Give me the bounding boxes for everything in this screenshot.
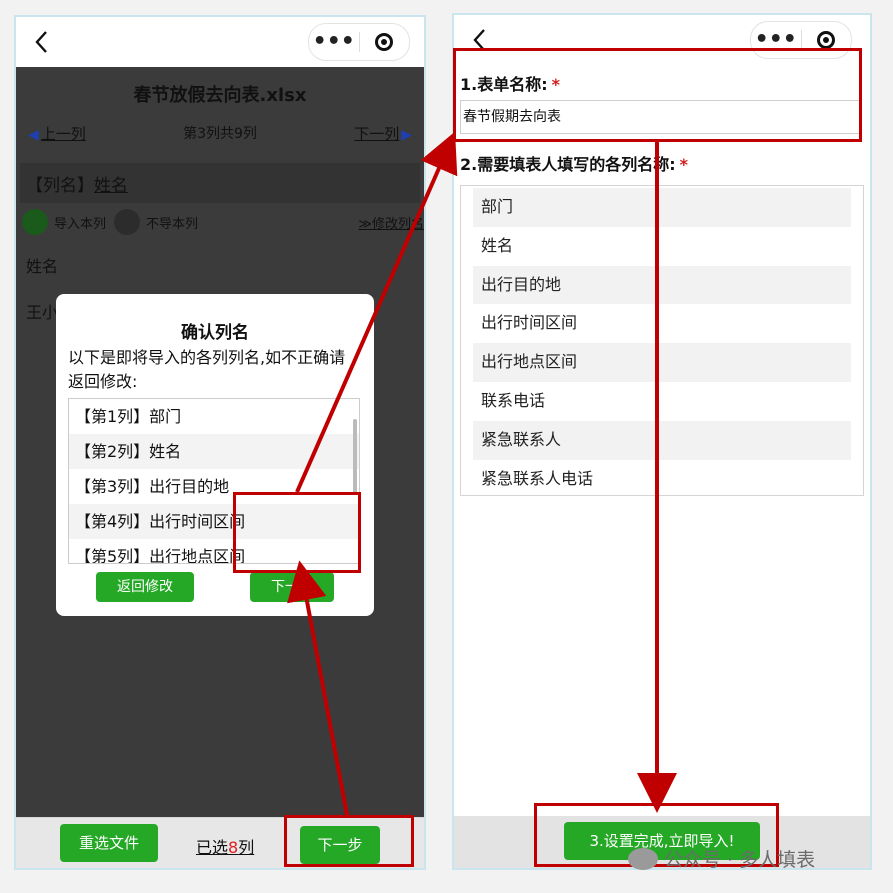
back-arrow-icon[interactable] [32, 29, 54, 55]
watermark: 公众号 · 多人填表 [628, 845, 815, 872]
more-dots-icon: ••• [312, 29, 355, 54]
list-item[interactable]: 出行地点区间 [473, 343, 851, 382]
list-item: 【第2列】姓名 [69, 434, 359, 469]
column-name-row: 【列名】姓名 [26, 171, 128, 196]
modal-title: 确认列名 [181, 323, 249, 343]
back-modify-button[interactable]: 返回修改 [96, 572, 194, 602]
highlight-box-bottom-next [284, 815, 414, 867]
double-chevron-icon: ≫ [358, 217, 372, 232]
import-radio-off[interactable] [114, 209, 141, 235]
column-names-list: 部门 姓名 出行目的地 出行时间区间 出行地点区间 联系电话 紧急联系人 紧急联… [460, 185, 864, 496]
phone-left: ••• 春节放假去向表.xlsx 上一列 第3列共9列 下一列 【列名】姓名 导… [14, 15, 426, 870]
mini-program-capsule: ••• [308, 23, 410, 61]
cell-fragment-name: 姓名 [26, 257, 59, 276]
list-item[interactable]: 联系电话 [473, 382, 851, 421]
top-bar: ••• [16, 17, 424, 67]
columns-label: 2.需要填表人填写的各列名称: * [460, 155, 688, 174]
selected-count: 已选8列 [196, 838, 255, 857]
file-title: 春节放假去向表.xlsx [133, 85, 307, 106]
highlight-box-modal-next [233, 492, 361, 573]
list-item[interactable]: 紧急联系人电话 [473, 460, 851, 499]
modal-description: 以下是即将导入的各列列名,如不正确请返回修改: [68, 348, 346, 391]
more-dots-icon: ••• [754, 27, 797, 52]
more-button[interactable]: ••• [309, 24, 359, 60]
target-icon [375, 33, 394, 51]
cell-fragment-wang: 王小 [26, 303, 59, 322]
wechat-icon [628, 847, 658, 870]
reselect-file-button[interactable]: 重选文件 [60, 824, 158, 862]
next-column-link[interactable]: 下一列 [354, 123, 412, 144]
list-item: 【第1列】部门 [75, 407, 182, 426]
scrollbar[interactable] [353, 419, 357, 495]
column-name-link[interactable]: 姓名 [94, 176, 128, 196]
required-mark: * [679, 155, 688, 174]
highlight-box-form-name [453, 48, 862, 142]
list-item[interactable]: 姓名 [473, 227, 851, 266]
close-miniprogram-button[interactable] [360, 24, 410, 60]
import-on-label: 导入本列 [54, 216, 107, 232]
modify-column-name-link[interactable]: ≫修改列名 [358, 213, 424, 232]
target-icon [817, 31, 836, 49]
import-toggle-row: 导入本列 不导本列 [22, 209, 198, 235]
list-item[interactable]: 部门 [473, 188, 851, 227]
overlay-dimmed-body: 春节放假去向表.xlsx 上一列 第3列共9列 下一列 【列名】姓名 导入本列 … [16, 67, 424, 818]
list-item[interactable]: 出行时间区间 [473, 304, 851, 343]
modal-next-button[interactable]: 下一步 [250, 572, 334, 602]
import-radio-on[interactable] [22, 209, 48, 235]
column-prefix: 【列名】 [26, 176, 94, 196]
list-item[interactable]: 出行目的地 [473, 265, 851, 305]
form-settings: 1.表单名称: * 春节假期去向表 2.需要填表人填写的各列名称: * 部门 姓名 … [454, 65, 870, 816]
list-item[interactable]: 紧急联系人 [473, 420, 851, 460]
import-off-label: 不导本列 [146, 216, 199, 232]
selected-number: 8 [228, 838, 239, 857]
